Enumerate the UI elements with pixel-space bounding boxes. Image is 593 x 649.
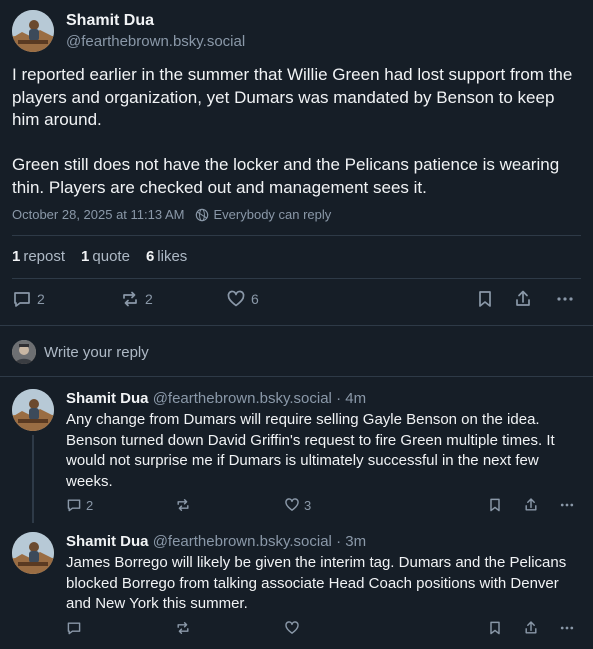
reply-time[interactable]: · 4m [336, 390, 366, 407]
repost-arrows-icon [177, 622, 189, 634]
reply-text: Any change from Dumars will require sell… [66, 411, 555, 490]
share-upload-icon [525, 498, 537, 511]
post-meta: October 28, 2025 at 11:13 AM Everybody c… [12, 207, 331, 222]
speech-bubble-icon [14, 292, 30, 307]
reply-placeholder[interactable]: Write your reply [44, 344, 149, 361]
more-dots-icon [560, 503, 574, 507]
reply-count: 2 [37, 291, 45, 307]
author-handle[interactable]: @fearthebrown.bsky.social [153, 390, 332, 407]
author-handle[interactable]: @fearthebrown.bsky.social [153, 533, 332, 550]
author-avatar[interactable] [12, 532, 54, 574]
repost-arrows-icon [177, 499, 189, 511]
like-button[interactable]: 3 [284, 497, 311, 513]
more-dots-icon [557, 297, 573, 301]
repost-button[interactable] [175, 620, 191, 636]
reply-visibility: Everybody can reply [213, 207, 332, 222]
share-upload-icon [516, 290, 530, 306]
heart-icon [285, 498, 299, 511]
reply-time[interactable]: · 3m [336, 533, 366, 550]
bookmark-icon [490, 621, 500, 635]
bookmark-button[interactable] [487, 497, 503, 513]
more-options-button[interactable] [559, 497, 575, 513]
divider [12, 235, 581, 236]
divider [0, 376, 593, 377]
reply-button[interactable]: 2 [66, 497, 93, 513]
author-name[interactable]: Shamit Dua [66, 533, 149, 550]
post-timestamp[interactable]: October 28, 2025 at 11:13 AM [12, 207, 185, 222]
share-button[interactable] [523, 620, 539, 636]
author-name[interactable]: Shamit Dua [66, 390, 149, 407]
like-button[interactable]: 6 [226, 289, 259, 309]
share-button[interactable] [513, 289, 533, 309]
quotes-stat[interactable]: 1 quote [81, 248, 130, 265]
more-options-button[interactable] [559, 620, 575, 636]
reply-header: Shamit Dua @fearthebrown.bsky.social · 3… [66, 532, 586, 552]
author-handle[interactable]: @fearthebrown.bsky.social [66, 31, 245, 53]
heart-icon [227, 290, 245, 307]
repost-count: 2 [145, 291, 153, 307]
more-options-button[interactable] [555, 289, 575, 309]
share-button[interactable] [523, 497, 539, 513]
reply-count: 2 [86, 497, 94, 513]
post-text: I reported earlier in the summer that Wi… [12, 64, 584, 199]
reposts-stat[interactable]: 1 repost [12, 248, 65, 265]
bookmark-button[interactable] [487, 620, 503, 636]
repost-arrows-icon [123, 291, 137, 307]
speech-bubble-icon [67, 499, 81, 512]
main-post-header: Shamit Dua @fearthebrown.bsky.social [12, 10, 245, 53]
reply-button[interactable] [66, 620, 86, 636]
repost-button[interactable] [175, 497, 191, 513]
author-name[interactable]: Shamit Dua [66, 11, 245, 31]
reply-button[interactable]: 2 [12, 289, 45, 309]
reply-header: Shamit Dua @fearthebrown.bsky.social · 4… [66, 389, 586, 409]
speech-bubble-icon [67, 622, 81, 635]
post-paragraph: Green still does not have the locker and… [12, 155, 560, 197]
like-count: 3 [304, 497, 312, 513]
bookmark-icon [479, 291, 491, 307]
likes-stat[interactable]: 6 likes [146, 248, 187, 265]
reply-text: James Borrego will likely be given the i… [66, 554, 567, 612]
repost-button[interactable]: 2 [120, 289, 153, 309]
post-actions: 2 2 6 [0, 289, 593, 313]
share-upload-icon [525, 621, 537, 634]
bookmark-icon [490, 498, 500, 512]
reply-composer[interactable]: Write your reply [12, 340, 149, 364]
post-stats: 1 repost 1 quote 6 likes [12, 248, 187, 265]
divider [0, 325, 593, 326]
bookmark-button[interactable] [475, 289, 495, 309]
heart-icon [285, 621, 299, 634]
thread-line [32, 435, 34, 523]
author-avatar[interactable] [12, 10, 54, 52]
more-dots-icon [560, 626, 574, 630]
current-user-avatar [12, 340, 36, 364]
divider [12, 278, 581, 279]
globe-icon [195, 208, 208, 221]
like-button[interactable] [284, 620, 304, 636]
like-count: 6 [251, 291, 259, 307]
author-avatar[interactable] [12, 389, 54, 431]
post-paragraph: I reported earlier in the summer that Wi… [12, 65, 573, 129]
